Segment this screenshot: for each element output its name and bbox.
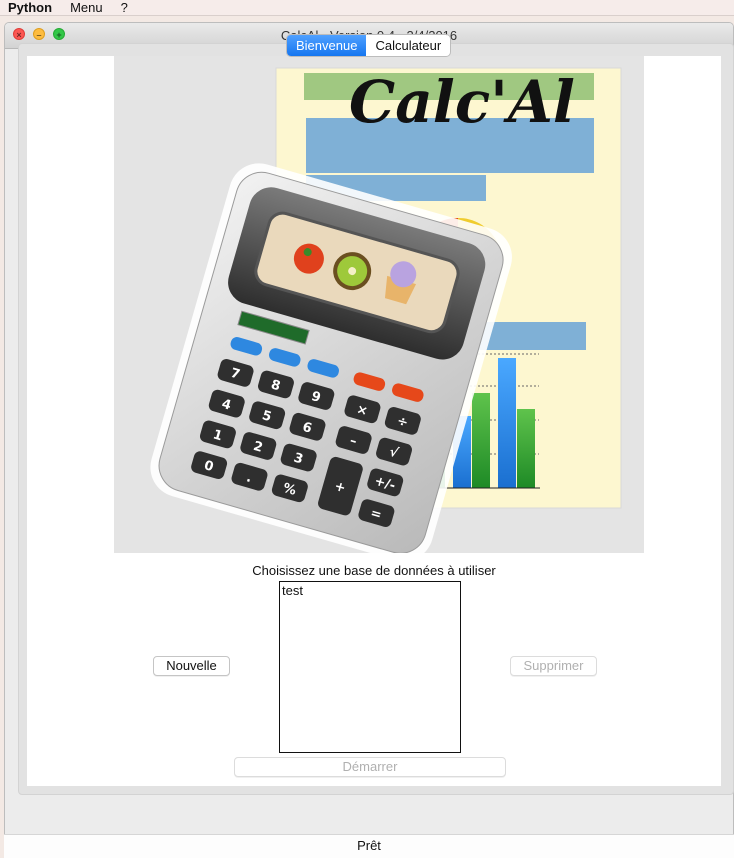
tab-bienvenue[interactable]: Bienvenue <box>287 35 367 56</box>
delete-database-button[interactable]: Supprimer <box>510 656 597 676</box>
database-prompt-label: Choisissez une base de données à utilise… <box>252 563 496 578</box>
menubar-item-help[interactable]: ? <box>112 0 137 15</box>
new-database-button[interactable]: Nouvelle <box>153 656 230 676</box>
tab-bar: Bienvenue Calculateur <box>287 35 451 56</box>
welcome-content: Calc'Al 7 8 9 × ÷ 4 5 6 – √ 1 2 3 + +/- … <box>27 56 721 786</box>
menubar-item-menu[interactable]: Menu <box>61 0 112 15</box>
database-list-item[interactable]: test <box>280 582 460 599</box>
menubar-app-name[interactable]: Python <box>0 0 61 15</box>
menubar: Python Menu ? <box>0 0 734 16</box>
welcome-illustration: Calc'Al 7 8 9 × ÷ 4 5 6 – √ 1 2 3 + +/- … <box>114 56 644 553</box>
database-list[interactable]: test <box>279 581 461 753</box>
calcal-logo: Calc'Al <box>349 68 575 136</box>
status-bar: Prêt <box>4 834 734 858</box>
tab-calculateur[interactable]: Calculateur <box>366 35 451 56</box>
start-button[interactable]: Démarrer <box>234 757 506 777</box>
